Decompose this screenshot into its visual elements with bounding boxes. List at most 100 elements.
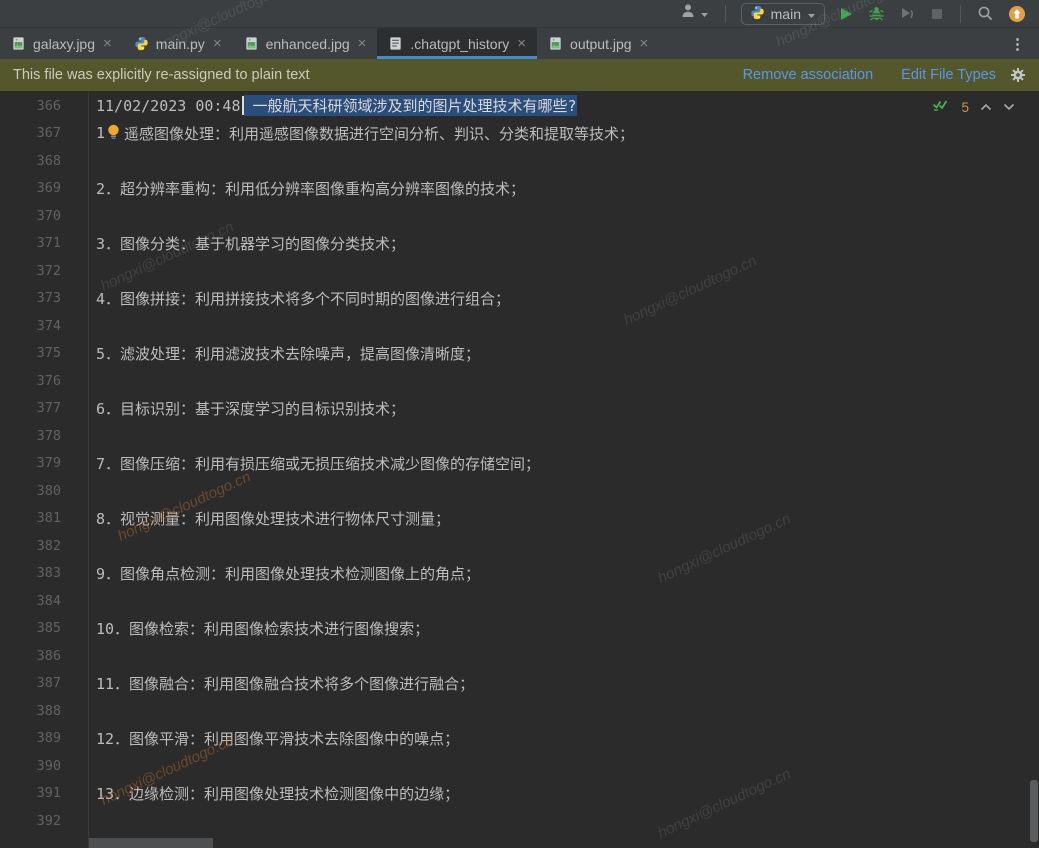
editor-line: 372 <box>0 257 1039 285</box>
editor-pane[interactable]: 36611/02/2023 00:48 一般航天科研领域涉及到的图片处理技术有哪… <box>0 92 1039 848</box>
close-icon[interactable]: × <box>213 36 222 51</box>
line-number: 390 <box>0 752 88 780</box>
line-content: 3．图像分类：基于机器学习的图像分类技术； <box>88 233 405 254</box>
occurrences-widget: 5 <box>932 97 1015 117</box>
chevron-down-icon <box>807 6 816 22</box>
tab-label: galaxy.jpg <box>33 36 95 52</box>
line-content: 9．图像角点检测：利用图像处理技术检测图像上的角点； <box>88 563 480 584</box>
line-text: 11．图像融合：利用图像融合技术将多个图像进行融合； <box>96 673 474 694</box>
line-content: 13．边缘检测：利用图像处理技术检测图像中的边缘； <box>88 783 459 804</box>
editor-line: 380 <box>0 477 1039 505</box>
editor-line: 3755．滤波处理：利用滤波技术去除噪声，提高图像清晰度； <box>0 340 1039 368</box>
line-content: 12．图像平滑：利用图像平滑技术去除图像中的噪点； <box>88 728 459 749</box>
line-text: 遥感图像处理：利用遥感图像数据进行空间分析、判识、分类和提取等技术； <box>124 123 634 144</box>
profiler-button[interactable] <box>894 3 921 24</box>
line-number: 373 <box>0 285 88 313</box>
tab-label: main.py <box>156 36 205 52</box>
line-number: 378 <box>0 422 88 450</box>
next-occurrence-button[interactable] <box>1003 98 1015 116</box>
editor-line: 3671遥感图像处理：利用遥感图像数据进行空间分析、判识、分类和提取等技术； <box>0 120 1039 148</box>
editor-tab-bar: galaxy.jpg×main.py×enhanced.jpg×.chatgpt… <box>0 28 1039 59</box>
line-number: 382 <box>0 532 88 560</box>
tab-main-py[interactable]: main.py × <box>123 28 233 59</box>
line-number: 389 <box>0 725 88 753</box>
line-number: 367 <box>0 120 88 148</box>
tab-chatgpt-history[interactable]: .chatgpt_history × <box>377 28 537 59</box>
next-occurrence-highlight <box>89 838 213 848</box>
line-content: 1遥感图像处理：利用遥感图像数据进行空间分析、判识、分类和提取等技术； <box>88 123 634 144</box>
line-number: 379 <box>0 450 88 478</box>
vertical-scrollbar[interactable] <box>1030 780 1038 842</box>
run-button[interactable] <box>833 4 859 24</box>
line-number: 388 <box>0 697 88 725</box>
editor-line: 389 12．图像平滑：利用图像平滑技术去除图像中的噪点； <box>0 725 1039 753</box>
line-text: 12．图像平滑：利用图像平滑技术去除图像中的噪点； <box>96 728 459 749</box>
line-content: 6．目标识别：基于深度学习的目标识别技术； <box>88 398 405 419</box>
tab-enhanced-jpg[interactable]: enhanced.jpg × <box>233 28 378 59</box>
previous-occurrence-button[interactable] <box>980 98 992 116</box>
line-number: 381 <box>0 505 88 533</box>
edit-file-types-link[interactable]: Edit File Types <box>901 67 996 83</box>
occurrence-count: 5 <box>961 100 969 115</box>
line-number: 376 <box>0 367 88 395</box>
run-configuration-selector[interactable]: main <box>741 3 825 25</box>
stop-button[interactable] <box>925 5 949 23</box>
selected-text: 一般航天科研领域涉及到的图片处理技术有哪些? <box>244 95 577 116</box>
line-number: 386 <box>0 642 88 670</box>
line-text: 4．图像拼接：利用拼接技术将多个不同时期的图像进行组合； <box>96 288 510 309</box>
editor-line: 368 <box>0 147 1039 175</box>
intention-bulb-icon[interactable] <box>106 124 121 145</box>
update-notification-icon[interactable] <box>1003 3 1031 25</box>
user-icon <box>680 2 698 25</box>
line-content: 5．滤波处理：利用滤波技术去除噪声，提高图像清晰度； <box>88 343 480 364</box>
tab-output-jpg[interactable]: output.jpg× <box>537 28 659 59</box>
editor-line: 3818．视觉测量：利用图像处理技术进行物体尺寸测量； <box>0 505 1039 533</box>
line-content: 10．图像检索：利用图像检索技术进行图像搜索； <box>88 618 429 639</box>
tab-galaxy-jpg[interactable]: galaxy.jpg × <box>0 28 123 59</box>
line-text: 2．超分辨率重构：利用低分辨率图像重构高分辨率图像的技术； <box>96 178 525 199</box>
editor-line: 38510．图像检索：利用图像检索技术进行图像搜索； <box>0 615 1039 643</box>
editor-line: 384 <box>0 587 1039 615</box>
image-file-icon <box>244 36 259 51</box>
line-content: 11/02/2023 00:48 一般航天科研领域涉及到的图片处理技术有哪些? <box>88 95 577 116</box>
editor-line: 386 <box>0 642 1039 670</box>
search-everywhere-icon[interactable] <box>972 3 999 24</box>
editor-line: 376 <box>0 367 1039 395</box>
close-icon[interactable]: × <box>517 36 526 51</box>
editor-line: 388 <box>0 697 1039 725</box>
line-content: 11．图像融合：利用图像融合技术将多个图像进行融合； <box>88 673 474 694</box>
editor-line: 390 <box>0 752 1039 780</box>
file-type-banner: This file was explicitly re-assigned to … <box>0 59 1039 91</box>
toolbar-divider <box>960 5 961 23</box>
line-number: 366 <box>0 92 88 120</box>
double-check-icon <box>932 97 950 117</box>
line-number: 384 <box>0 587 88 615</box>
user-account-button[interactable] <box>675 0 714 27</box>
close-icon[interactable]: × <box>358 36 367 51</box>
tab-label: .chatgpt_history <box>410 36 509 52</box>
line-content: 2．超分辨率重构：利用低分辨率图像重构高分辨率图像的技术； <box>88 178 525 199</box>
image-file-icon <box>11 36 26 51</box>
remove-association-link[interactable]: Remove association <box>743 67 874 83</box>
more-options-icon[interactable]: ⋮ <box>996 28 1039 59</box>
editor-line: 392 <box>0 807 1039 835</box>
editor-line: 3839．图像角点检测：利用图像处理技术检测图像上的角点； <box>0 560 1039 588</box>
line-number: 383 <box>0 560 88 588</box>
python-icon <box>750 5 765 23</box>
banner-message: This file was explicitly re-assigned to … <box>13 67 310 83</box>
close-icon[interactable]: × <box>103 36 112 51</box>
tab-label: enhanced.jpg <box>266 36 350 52</box>
line-number: 392 <box>0 807 88 835</box>
line-number: 369 <box>0 175 88 203</box>
text-file-icon <box>388 36 403 51</box>
line-text: 6．目标识别：基于深度学习的目标识别技术； <box>96 398 405 419</box>
toolbar-divider <box>725 5 726 23</box>
gear-icon[interactable] <box>1010 67 1026 83</box>
line-number: 371 <box>0 230 88 258</box>
editor-line: 3797．图像压缩：利用有损压缩或无损压缩技术减少图像的存储空间； <box>0 450 1039 478</box>
chevron-down-icon <box>700 5 709 23</box>
debug-button[interactable] <box>863 3 890 24</box>
close-icon[interactable]: × <box>640 36 649 51</box>
python-file-icon <box>134 36 149 51</box>
line-number: 387 <box>0 670 88 698</box>
